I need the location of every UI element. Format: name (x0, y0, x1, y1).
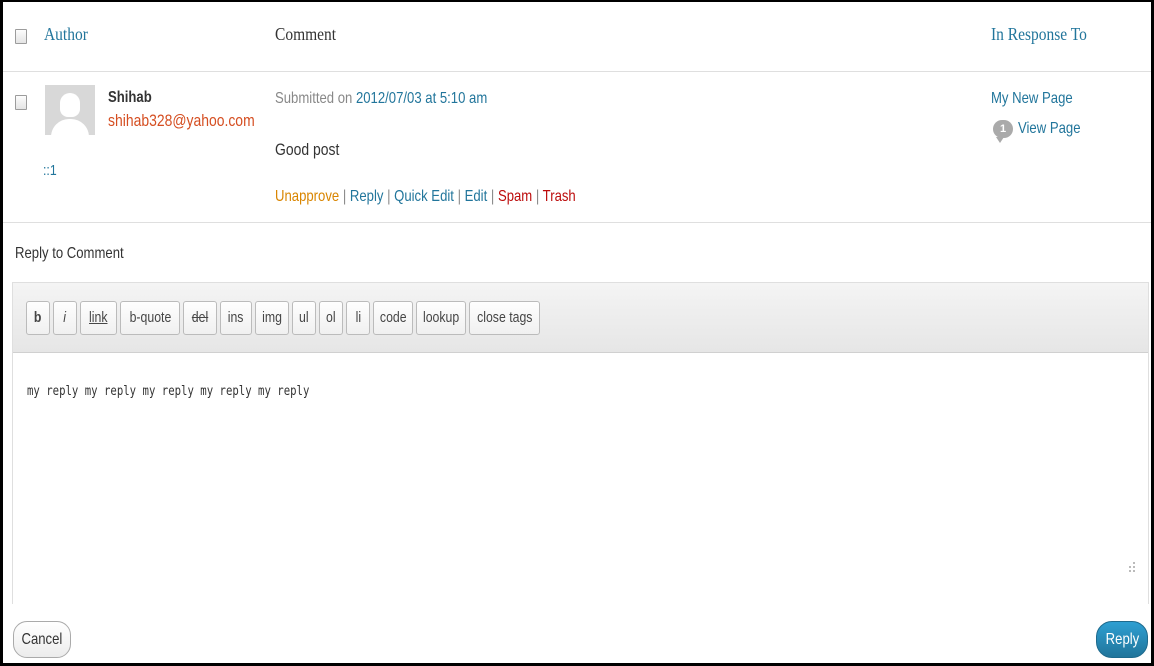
author-ip-link[interactable]: ::1 (43, 162, 60, 179)
comment-text: Good post (275, 140, 340, 159)
link-button[interactable]: link (80, 301, 117, 335)
column-header-author[interactable]: Author (44, 24, 88, 45)
quick-edit-link[interactable]: Quick Edit (394, 188, 454, 205)
spam-link[interactable]: Spam (498, 188, 532, 205)
table-row: Shihab shihab328@yahoo.com ::1 Submitted… (3, 73, 1151, 223)
separator: | (339, 188, 350, 205)
reply-submit-button[interactable]: Reply (1096, 621, 1148, 658)
column-header-comment: Comment (275, 24, 337, 44)
column-header-in-response-to[interactable]: In Response To (991, 24, 1087, 45)
quicktags-toolbar: b i link b-quote del ins img ul ol li co… (13, 283, 1148, 353)
trash-link[interactable]: Trash (543, 188, 576, 205)
author-email-link[interactable]: shihab328@yahoo.com (108, 111, 287, 131)
lookup-button[interactable]: lookup (416, 301, 466, 335)
separator: | (532, 188, 543, 205)
blockquote-button[interactable]: b-quote (120, 301, 180, 335)
del-button[interactable]: del (183, 301, 217, 335)
reply-text-value: my reply my reply my reply my reply my r… (27, 384, 310, 399)
separator: | (453, 188, 465, 205)
separator: | (487, 188, 498, 205)
resize-handle-icon[interactable] (1126, 562, 1136, 574)
separator: | (383, 188, 395, 205)
ul-button[interactable]: ul (292, 301, 316, 335)
comment-date-link[interactable]: 2012/07/03 at 5:10 am (356, 90, 487, 107)
reply-textarea[interactable]: my reply my reply my reply my reply my r… (13, 354, 1148, 604)
reply-heading: Reply to Comment (15, 245, 124, 262)
reply-link[interactable]: Reply (350, 188, 384, 205)
row-actions: Unapprove | Reply | Quick Edit | Edit | … (275, 188, 642, 206)
unapprove-link[interactable]: Unapprove (275, 188, 339, 205)
submitted-info: Submitted on 2012/07/03 at 5:10 am (275, 90, 534, 108)
table-header: Author Comment In Response To (3, 2, 1151, 72)
bold-button[interactable]: b (26, 301, 50, 335)
li-button[interactable]: li (346, 301, 370, 335)
submitted-prefix: Submitted on (275, 90, 353, 107)
comments-panel: Author Comment In Response To Shihab shi… (0, 0, 1154, 666)
reply-editor: b i link b-quote del ins img ul ol li co… (12, 282, 1149, 604)
author-name: Shihab (108, 89, 152, 106)
code-button[interactable]: code (373, 301, 413, 335)
edit-link[interactable]: Edit (465, 188, 488, 205)
ol-button[interactable]: ol (319, 301, 343, 335)
img-button[interactable]: img (255, 301, 289, 335)
close-tags-button[interactable]: close tags (469, 301, 540, 335)
row-checkbox[interactable] (15, 95, 27, 110)
select-all-checkbox[interactable] (15, 29, 27, 44)
italic-button[interactable]: i (53, 301, 77, 335)
ins-button[interactable]: ins (220, 301, 252, 335)
response-post-link[interactable]: My New Page (991, 90, 1091, 108)
comment-bubble-icon[interactable]: 1 (993, 120, 1013, 143)
avatar (45, 85, 95, 135)
view-page-link[interactable]: View Page (1018, 120, 1094, 138)
cancel-button[interactable]: Cancel (13, 621, 71, 658)
